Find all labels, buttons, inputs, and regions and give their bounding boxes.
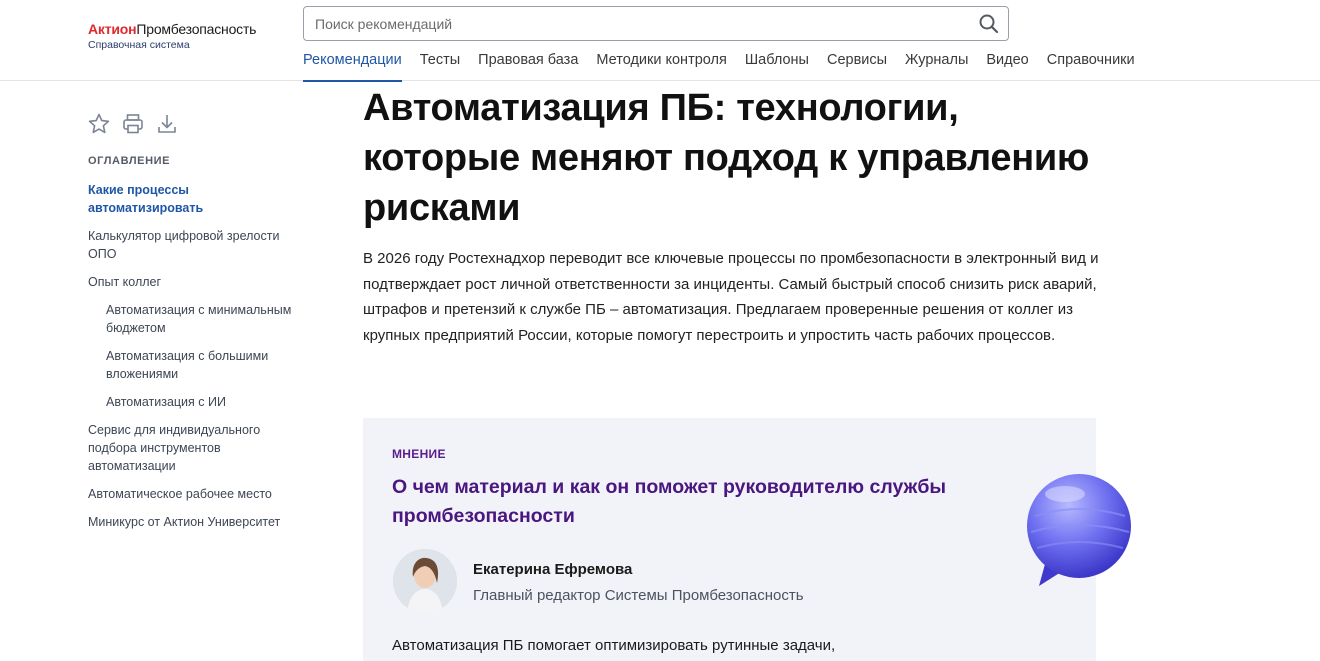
search-icon[interactable] [978,13,1000,35]
author-name: Екатерина Ефремова [473,561,633,578]
logo-brand: Актион [88,21,137,37]
toc-item[interactable]: Миникурс от Актион Университет [88,513,303,531]
opinion-title: О чем материал и как он поможет руководи… [392,476,947,527]
opinion-text: Автоматизация ПБ помогает оптимизировать… [392,637,836,654]
toc-item[interactable]: Автоматическое рабочее место [88,485,303,503]
toc-item[interactable]: Автоматизация с минимальным бюджетом [88,301,303,337]
search-box [303,6,1009,41]
logo-title: АктионПромбезопасность [88,21,256,37]
nav-item[interactable]: Справочники [1047,51,1135,81]
toc-item[interactable]: Калькулятор цифровой зрелости ОПО [88,227,303,263]
nav-item[interactable]: Шаблоны [745,51,809,81]
toc-item[interactable]: Автоматизация с большими вложениями [88,347,303,383]
nav-item[interactable]: Методики контроля [596,51,726,81]
toc-item[interactable]: Сервис для индивидуального подбора инстр… [88,421,303,475]
author-role: Главный редактор Системы Промбезопасност… [473,587,804,604]
search-input[interactable] [304,7,944,40]
author-avatar [393,549,457,613]
logo[interactable]: АктионПромбезопасность Справочная систем… [88,21,256,51]
logo-subtitle: Справочная система [88,39,190,51]
logo-product: Промбезопасность [136,21,257,37]
nav-item[interactable]: Тесты [420,51,460,81]
opinion-label: МНЕНИЕ [392,447,446,461]
chat-bubble-icon [1025,472,1137,592]
nav-item[interactable]: Правовая база [478,51,578,81]
toc-item[interactable]: Автоматизация с ИИ [88,393,303,411]
nav-item[interactable]: Журналы [905,51,968,81]
toc-item[interactable]: Опыт коллег [88,273,303,291]
star-icon[interactable] [87,112,110,134]
main-nav: Рекомендации Тесты Правовая база Методики к… [303,51,1153,82]
article-title: Автоматизация ПБ: технологии, которые ме… [363,87,1090,229]
download-icon[interactable] [155,112,177,134]
article-tools [87,112,177,134]
print-icon[interactable] [121,112,143,134]
opinion-card: МНЕНИЕ О чем материал и как он поможет р… [363,418,1096,661]
nav-item[interactable]: Сервисы [827,51,887,81]
site-header: АктионПромбезопасность Справочная систем… [0,0,1320,82]
toc-item[interactable]: Какие процессы автоматизировать [88,181,303,217]
article-lead: В 2026 году Ростехнадхор переводит все к… [363,250,1099,344]
nav-item[interactable]: Видео [986,51,1028,81]
nav-item[interactable]: Рекомендации [303,51,402,82]
table-of-contents: Какие процессы автоматизировать Калькулят… [88,181,303,541]
toc-title: ОГЛАВЛЕНИЕ [88,155,171,167]
